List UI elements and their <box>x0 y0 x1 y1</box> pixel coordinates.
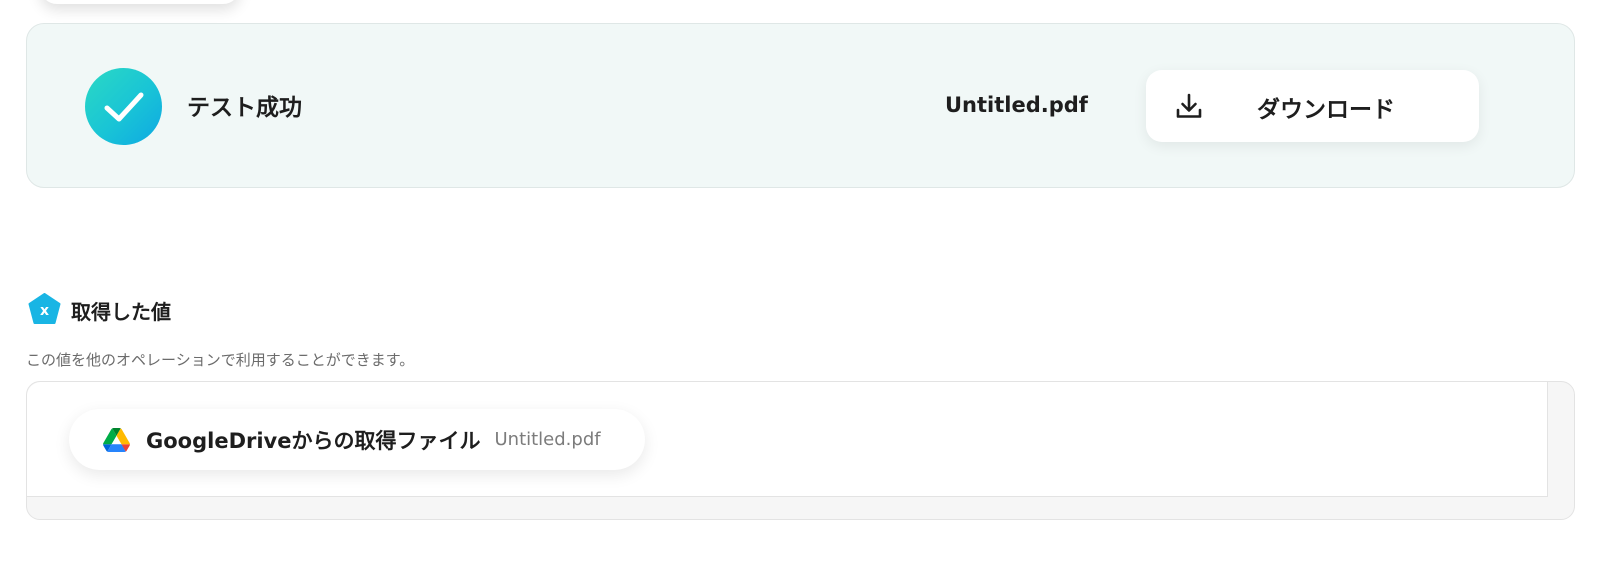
variable-icon: x <box>28 293 61 324</box>
google-drive-icon <box>103 427 130 452</box>
download-button-label: ダウンロード <box>1257 97 1395 123</box>
acquired-values-list: GoogleDriveからの取得ファイル Untitled.pdf <box>27 382 1548 497</box>
value-chip-label: GoogleDriveからの取得ファイル <box>146 428 481 453</box>
result-file-name: Untitled.pdf <box>945 93 1088 117</box>
value-chip[interactable]: GoogleDriveからの取得ファイル Untitled.pdf <box>69 409 645 470</box>
value-chip-value: Untitled.pdf <box>494 429 601 450</box>
section-description: この値を他のオペレーションで利用することができます。 <box>26 351 415 369</box>
svg-text:x: x <box>40 303 49 319</box>
test-status-label: テスト成功 <box>187 95 302 121</box>
acquired-values-panel: GoogleDriveからの取得ファイル Untitled.pdf <box>26 381 1575 520</box>
section-title: 取得した値 <box>71 300 171 324</box>
download-icon <box>1176 93 1202 118</box>
download-button[interactable]: ダウンロード <box>1146 70 1479 142</box>
test-result-card: テスト成功 Untitled.pdf ダウンロード <box>26 23 1575 188</box>
previous-panel-edge <box>40 0 240 4</box>
check-circle-icon <box>85 68 162 145</box>
